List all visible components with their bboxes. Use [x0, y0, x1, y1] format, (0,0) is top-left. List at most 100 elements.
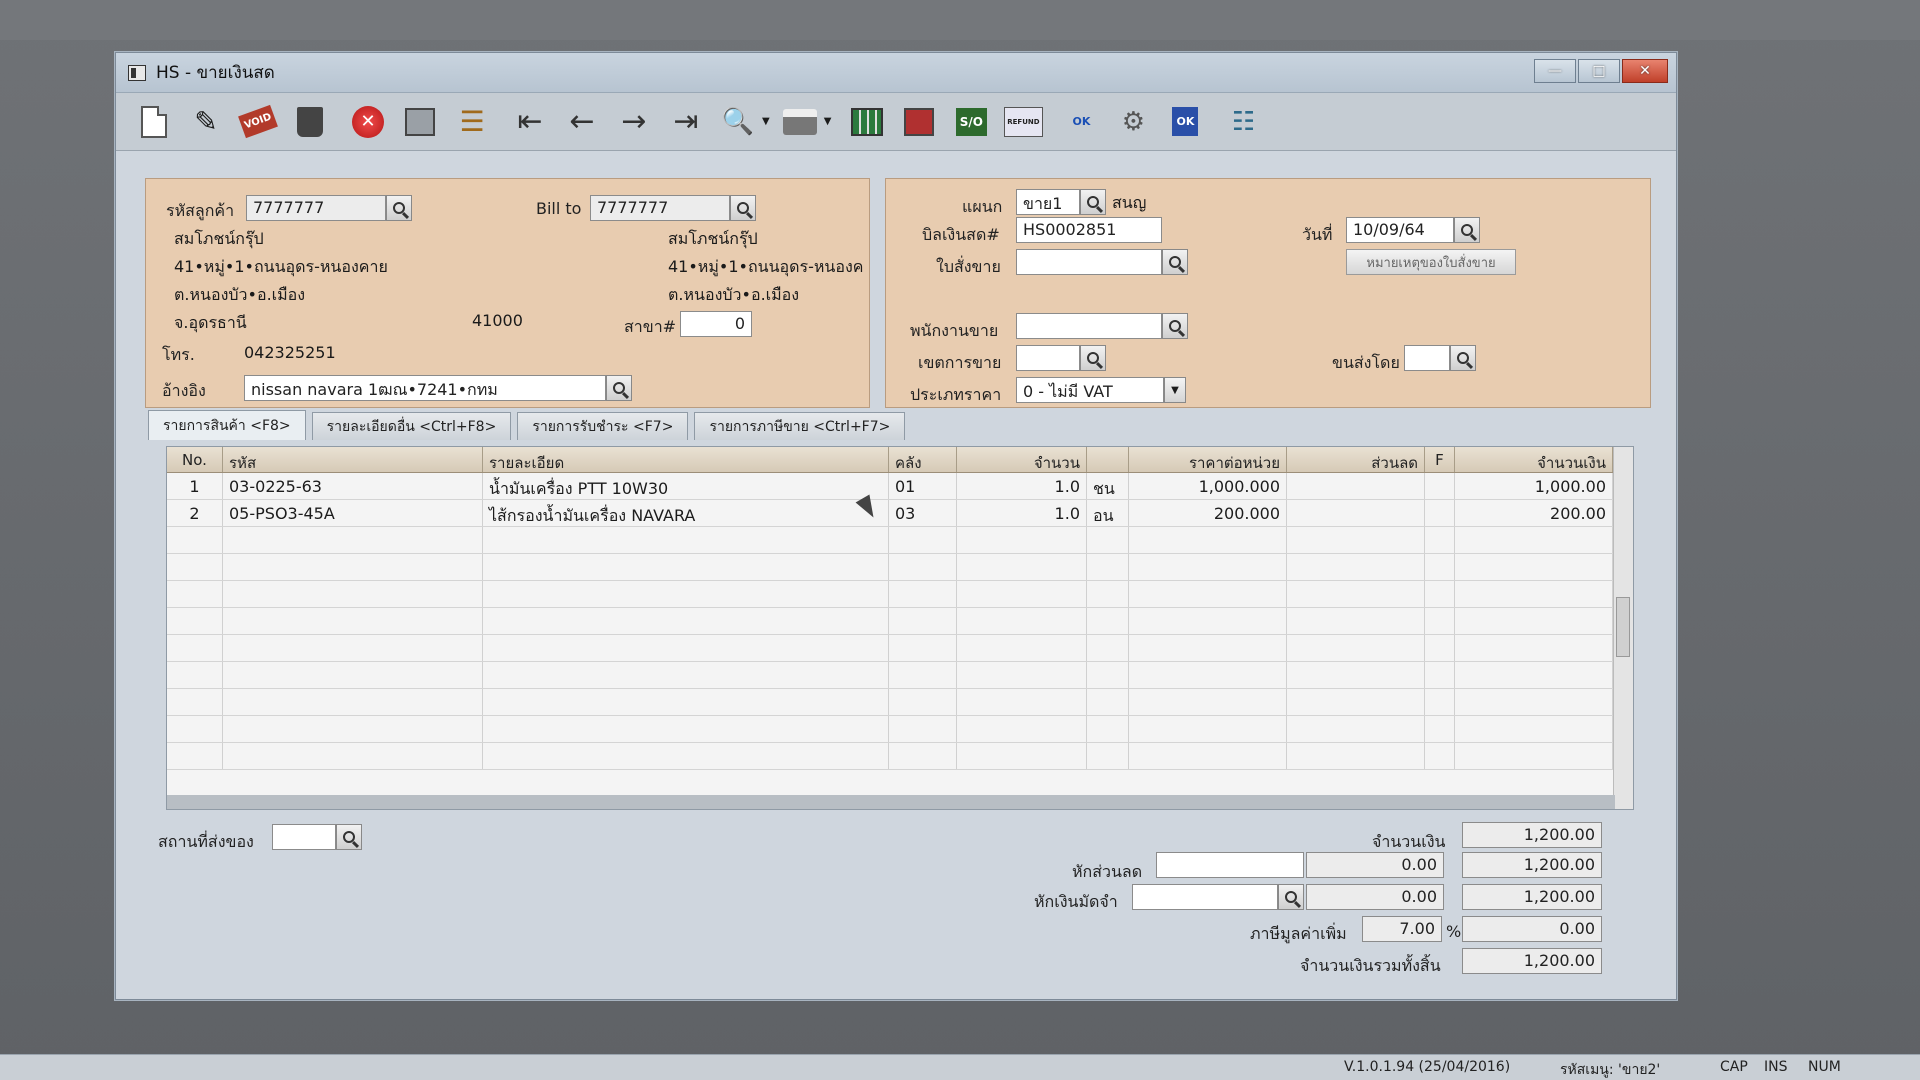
scrollbar-thumb[interactable] — [1616, 597, 1630, 657]
date-label: วันที่ — [1302, 225, 1333, 244]
next-record-button[interactable]: → — [614, 102, 654, 142]
salesman-search-button[interactable] — [1162, 313, 1188, 339]
print-button[interactable] — [780, 102, 820, 142]
search-icon — [737, 202, 749, 214]
reference-input[interactable]: nissan navara 1ฒณ•7241•กทม — [244, 375, 606, 401]
new-button[interactable] — [134, 102, 174, 142]
department-search-button[interactable] — [1080, 189, 1106, 215]
settings-button[interactable]: ☷ — [1223, 102, 1263, 142]
cell-unit-price: 200.000 — [1129, 500, 1287, 526]
col-unit[interactable] — [1087, 447, 1129, 472]
col-warehouse[interactable]: คลัง — [889, 447, 957, 472]
tab-other-details[interactable]: รายละเอียดอื่น <Ctrl+F8> — [311, 412, 512, 440]
table-row-empty[interactable] — [167, 581, 1633, 608]
previous-record-button[interactable]: ← — [562, 102, 602, 142]
grid-horizontal-scrollbar[interactable] — [167, 795, 1615, 809]
grid-vertical-scrollbar[interactable] — [1613, 447, 1633, 809]
deposit-search-button[interactable] — [1278, 884, 1304, 910]
table-row[interactable]: 1 03-0225-63 น้ำมันเครื่อง PTT 10W30 01 … — [167, 473, 1633, 500]
tools-icon: ⚙ — [1121, 106, 1146, 137]
table-row-empty[interactable] — [167, 608, 1633, 635]
approve-button[interactable]: OK — [1061, 102, 1101, 142]
customer-code-input[interactable]: 7777777 — [246, 195, 386, 221]
branch-input[interactable]: 0 — [680, 311, 752, 337]
sales-order-button[interactable]: S/O — [951, 102, 991, 142]
bill-to-search-button[interactable] — [730, 195, 756, 221]
delete-button[interactable] — [290, 102, 330, 142]
date-picker-button[interactable] — [1454, 217, 1480, 243]
deposit-code-input[interactable] — [1132, 884, 1278, 910]
print-dropdown-icon[interactable]: ▼ — [824, 116, 832, 127]
document-panel: แผนก ขาย1 สนญ บิลเงินสด# HS0002851 วันที… — [885, 178, 1651, 408]
search-document-button[interactable]: 🔍 — [718, 102, 758, 142]
ship-by-search-button[interactable] — [1450, 345, 1476, 371]
edit-button[interactable]: ✎ — [186, 102, 226, 142]
bill-to-input[interactable]: 7777777 — [590, 195, 730, 221]
tab-payments[interactable]: รายการรับชำระ <F7> — [517, 412, 689, 440]
col-amount[interactable]: จำนวนเงิน — [1455, 447, 1613, 472]
close-button[interactable]: ✕ — [1622, 59, 1668, 83]
price-type-select[interactable]: 0 - ไม่มี VAT — [1016, 377, 1164, 403]
report-icon — [904, 107, 935, 136]
price-type-dropdown[interactable]: ▼ — [1164, 377, 1186, 403]
sales-zone-input[interactable] — [1016, 345, 1080, 371]
maximize-button[interactable]: □ — [1578, 59, 1620, 83]
cell-quantity: 1.0 — [957, 473, 1087, 499]
minimize-icon: — — [1548, 63, 1562, 79]
discount-label: หักส่วนลด — [1072, 862, 1143, 881]
col-code[interactable]: รหัส — [223, 447, 483, 472]
table-row-empty[interactable] — [167, 662, 1633, 689]
cell-amount: 1,000.00 — [1455, 473, 1613, 499]
customer-search-button[interactable] — [386, 195, 412, 221]
sales-order-input[interactable] — [1016, 249, 1162, 275]
col-unit-price[interactable]: ราคาต่อหน่วย — [1129, 447, 1287, 472]
col-discount[interactable]: ส่วนลด — [1287, 447, 1425, 472]
table-row-empty[interactable] — [167, 689, 1633, 716]
cancel-button[interactable]: ✕ — [348, 102, 388, 142]
grid-header: No. รหัส รายละเอียด คลัง จำนวน ราคาต่อหน… — [167, 447, 1633, 473]
void-button[interactable]: VOID — [238, 102, 278, 142]
salesman-label: พนักงานขาย — [910, 321, 999, 340]
sales-zone-search-button[interactable] — [1080, 345, 1106, 371]
table-row-empty[interactable] — [167, 635, 1633, 662]
first-record-icon: ⇤ — [517, 104, 543, 139]
title-bar[interactable]: HS - ขายเงินสด — □ ✕ — [116, 53, 1676, 93]
first-record-button[interactable]: ⇤ — [510, 102, 550, 142]
after-discount-value: 1,200.00 — [1462, 852, 1602, 878]
cash-bill-input[interactable]: HS0002851 — [1016, 217, 1162, 243]
copy-button[interactable]: ☰ — [452, 102, 492, 142]
table-row-empty[interactable] — [167, 743, 1633, 770]
tab-items[interactable]: รายการสินค้า <F8> — [148, 410, 306, 440]
tab-sales-tax[interactable]: รายการภาษีขาย <Ctrl+F7> — [694, 412, 906, 440]
salesman-input[interactable] — [1016, 313, 1162, 339]
report-button[interactable] — [899, 102, 939, 142]
status-bar: V.1.0.1.94 (25/04/2016) รหัสเมนู: 'ขาย2'… — [0, 1054, 1920, 1080]
ok-button[interactable]: OK — [1165, 102, 1205, 142]
toolbar: ✎ VOID ✕ ☰ ⇤ ← → ⇥ 🔍 ▼ ▼ S/O REFUND OK ⚙… — [116, 93, 1676, 151]
ship-place-input[interactable] — [272, 824, 336, 850]
col-quantity[interactable]: จำนวน — [957, 447, 1087, 472]
col-no[interactable]: No. — [167, 447, 223, 472]
save-button[interactable] — [400, 102, 440, 142]
desktop-background — [0, 0, 1920, 40]
export-button[interactable] — [847, 102, 887, 142]
table-row[interactable]: 2 05-PSO3-45A ไส้กรองน้ำมันเครื่อง NAVAR… — [167, 500, 1633, 527]
table-row-empty[interactable] — [167, 554, 1633, 581]
table-row-empty[interactable] — [167, 527, 1633, 554]
ship-by-input[interactable] — [1404, 345, 1450, 371]
col-description[interactable]: รายละเอียด — [483, 447, 889, 472]
last-record-button[interactable]: ⇥ — [666, 102, 706, 142]
col-f[interactable]: F — [1425, 447, 1455, 472]
refund-button[interactable]: REFUND — [1003, 102, 1043, 142]
search-dropdown-icon[interactable]: ▼ — [762, 116, 770, 127]
department-input[interactable]: ขาย1 — [1016, 189, 1080, 215]
minimize-button[interactable]: — — [1534, 59, 1576, 83]
sales-order-note-button[interactable]: หมายเหตุของใบสั่งขาย — [1346, 249, 1516, 275]
tools-button[interactable]: ⚙ — [1113, 102, 1153, 142]
ship-place-search-button[interactable] — [336, 824, 362, 850]
reference-search-button[interactable] — [606, 375, 632, 401]
table-row-empty[interactable] — [167, 716, 1633, 743]
sales-order-search-button[interactable] — [1162, 249, 1188, 275]
discount-text-input[interactable] — [1156, 852, 1304, 878]
date-input[interactable]: 10/09/64 — [1346, 217, 1454, 243]
